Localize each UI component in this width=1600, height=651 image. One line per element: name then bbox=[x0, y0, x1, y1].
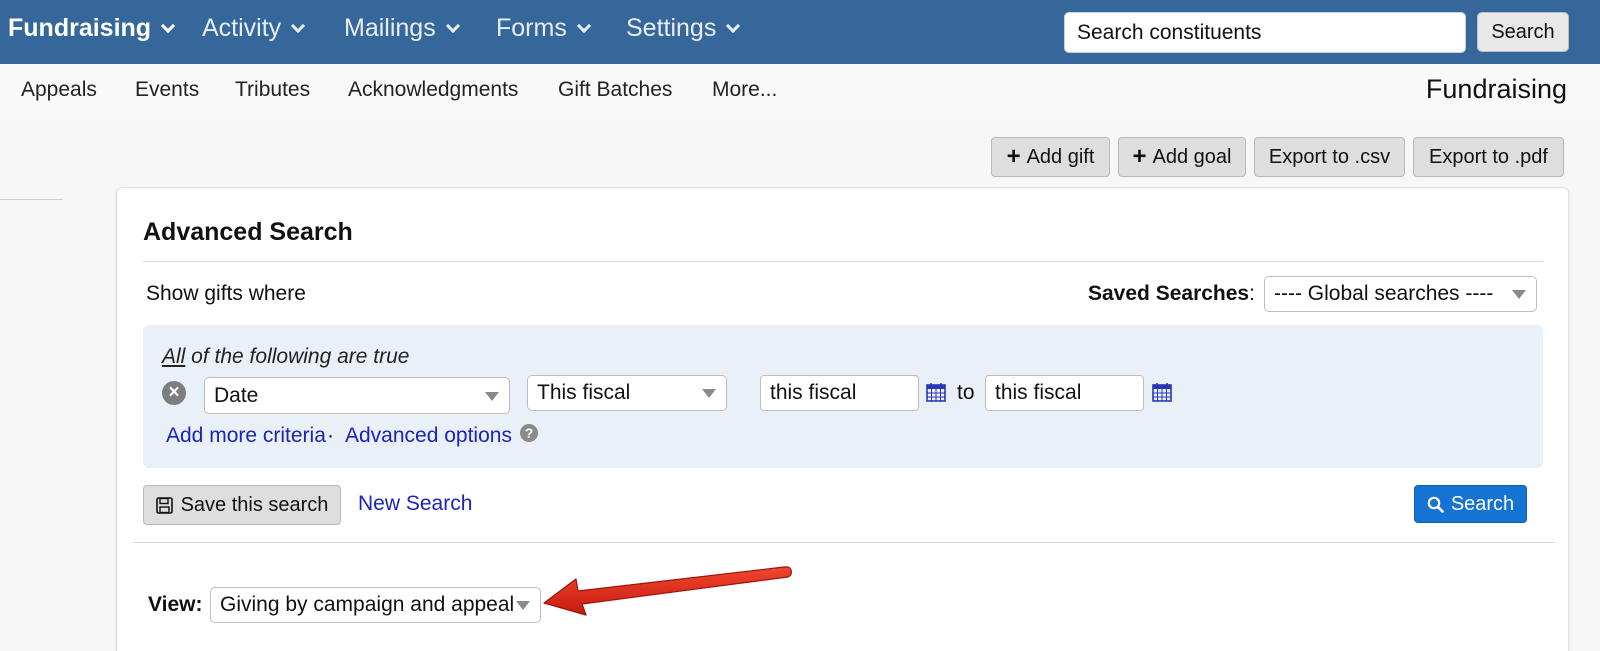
caret-down-icon bbox=[702, 389, 716, 398]
magnifier-icon bbox=[1427, 496, 1444, 513]
advanced-search-title: Advanced Search bbox=[143, 218, 353, 246]
sub-nav-bar: Appeals Events Tributes Acknowledgments … bbox=[0, 64, 1600, 120]
export-pdf-button[interactable]: Export to .pdf bbox=[1413, 137, 1564, 177]
saved-searches-select[interactable]: ---- Global searches ---- bbox=[1264, 276, 1537, 312]
annotation-arrow-icon bbox=[543, 566, 792, 616]
chevron-down-icon bbox=[160, 18, 176, 33]
nav-mailings-label: Mailings bbox=[344, 14, 436, 42]
caret-down-icon bbox=[485, 391, 499, 401]
chevron-down-icon bbox=[445, 18, 460, 33]
divider bbox=[0, 199, 63, 200]
view-label: View: bbox=[148, 593, 203, 616]
show-gifts-where-label: Show gifts where bbox=[146, 282, 306, 305]
plus-icon: + bbox=[1006, 143, 1021, 170]
export-csv-button[interactable]: Export to .csv bbox=[1254, 137, 1405, 177]
remove-criterion-icon[interactable]: × bbox=[162, 381, 186, 405]
date-from-input[interactable] bbox=[760, 375, 919, 411]
to-label: to bbox=[957, 381, 975, 404]
nav-activity-label: Activity bbox=[202, 14, 282, 42]
add-goal-label: Add goal bbox=[1152, 145, 1232, 168]
chevron-down-icon bbox=[291, 18, 306, 33]
nav-fundraising[interactable]: Fundraising bbox=[8, 14, 176, 43]
nav-activity[interactable]: Activity bbox=[202, 14, 306, 43]
calendar-icon[interactable] bbox=[926, 382, 946, 402]
add-gift-button[interactable]: + Add gift bbox=[991, 137, 1110, 177]
caret-down-icon bbox=[516, 601, 530, 610]
nav-fundraising-label: Fundraising bbox=[8, 14, 152, 42]
add-more-criteria-link[interactable]: Add more criteria bbox=[166, 424, 326, 448]
caret-down-icon bbox=[1512, 290, 1526, 299]
save-search-label: Save this search bbox=[180, 493, 329, 516]
search-constituents-input[interactable] bbox=[1064, 12, 1466, 53]
nav-settings-label: Settings bbox=[626, 14, 717, 42]
add-goal-button[interactable]: + Add goal bbox=[1118, 137, 1246, 177]
criterion-period-select[interactable]: This fiscal bbox=[527, 375, 727, 411]
date-to-input[interactable] bbox=[985, 375, 1144, 411]
criterion-period-value: This fiscal bbox=[537, 381, 631, 404]
separator-dot: · bbox=[327, 424, 334, 447]
subnav-tributes[interactable]: Tributes bbox=[235, 78, 310, 102]
criterion-field-value: Date bbox=[214, 383, 259, 407]
match-mode-label: All of the following are true bbox=[162, 345, 409, 369]
help-icon[interactable]: ? bbox=[520, 424, 538, 442]
subnav-acknowledgments[interactable]: Acknowledgments bbox=[348, 78, 518, 102]
new-search-link[interactable]: New Search bbox=[358, 492, 472, 516]
nav-forms[interactable]: Forms bbox=[496, 14, 591, 43]
page-title: Fundraising bbox=[1425, 74, 1567, 104]
search-button[interactable]: Search bbox=[1414, 485, 1527, 523]
subnav-appeals[interactable]: Appeals bbox=[21, 78, 97, 102]
match-mode-rest: of the following are true bbox=[185, 345, 410, 368]
search-button-label: Search bbox=[1450, 492, 1515, 515]
plus-icon: + bbox=[1132, 143, 1147, 170]
chevron-down-icon bbox=[576, 18, 591, 33]
subnav-gift-batches[interactable]: Gift Batches bbox=[558, 78, 672, 102]
divider bbox=[133, 542, 1555, 543]
save-search-button[interactable]: Save this search bbox=[143, 485, 341, 525]
saved-searches-label-text: Saved Searches bbox=[1088, 282, 1250, 305]
nav-forms-label: Forms bbox=[496, 14, 567, 42]
view-select[interactable]: Giving by campaign and appeal bbox=[210, 587, 541, 623]
top-nav-bar: Fundraising Activity Mailings Forms Sett… bbox=[0, 0, 1600, 64]
advanced-options-link[interactable]: Advanced options bbox=[345, 424, 512, 448]
calendar-icon[interactable] bbox=[1152, 382, 1172, 402]
saved-searches-label: Saved Searches: bbox=[1088, 282, 1255, 305]
criterion-field-select[interactable]: Date bbox=[204, 377, 510, 414]
saved-searches-value: ---- Global searches ---- bbox=[1274, 282, 1494, 305]
top-search-button[interactable]: Search bbox=[1477, 12, 1569, 52]
chevron-down-icon bbox=[726, 18, 741, 33]
subnav-events[interactable]: Events bbox=[135, 78, 199, 102]
add-gift-label: Add gift bbox=[1026, 145, 1095, 168]
match-mode-all[interactable]: All bbox=[162, 345, 185, 368]
subnav-more[interactable]: More... bbox=[712, 78, 777, 102]
view-select-value: Giving by campaign and appeal bbox=[220, 593, 515, 616]
nav-settings[interactable]: Settings bbox=[626, 14, 741, 43]
nav-mailings[interactable]: Mailings bbox=[344, 14, 460, 43]
floppy-disk-icon bbox=[155, 496, 173, 514]
divider bbox=[143, 261, 1543, 262]
